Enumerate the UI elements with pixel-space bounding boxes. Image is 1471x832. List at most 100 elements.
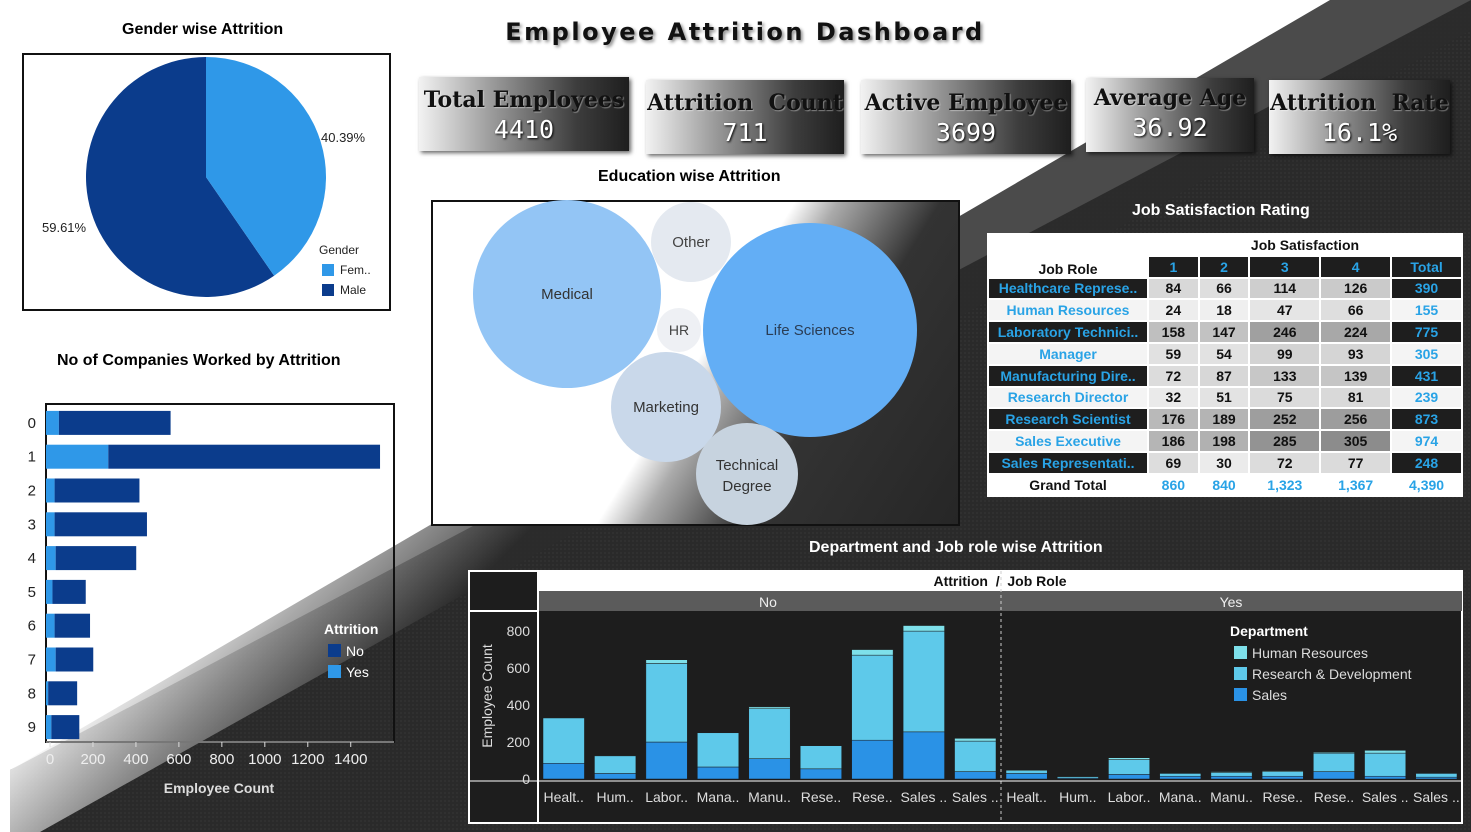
bar-no[interactable] bbox=[55, 647, 94, 672]
satisfaction-table: Job Role Job Satisfaction 1 2 3 4 Total Heal… bbox=[987, 233, 1463, 497]
table-cell: 114 bbox=[1248, 276, 1322, 301]
stacked-bar-segment[interactable] bbox=[1210, 772, 1253, 777]
x-tick-label: 400 bbox=[123, 751, 148, 768]
stacked-bar-segment[interactable] bbox=[954, 740, 997, 772]
x-tick-label: Labor.. bbox=[1108, 789, 1151, 805]
stacked-bar-segment[interactable] bbox=[748, 706, 791, 709]
table-row: Laboratory Technici.. 158 147 246 224 775 bbox=[987, 320, 1463, 344]
bar-yes[interactable] bbox=[46, 410, 59, 435]
bar-yes[interactable] bbox=[46, 647, 56, 672]
stacked-bar-segment[interactable] bbox=[1261, 770, 1304, 772]
bar-no[interactable] bbox=[58, 410, 171, 435]
stacked-bar-segment[interactable] bbox=[1108, 757, 1150, 760]
stacked-bar-segment[interactable] bbox=[902, 630, 945, 733]
bar-no[interactable] bbox=[54, 478, 140, 503]
companies-bar-chart: 01234567890 200 400 600 800 1000 1200 1400 Empl… bbox=[28, 403, 395, 796]
bar-no[interactable] bbox=[108, 444, 381, 469]
bar-yes[interactable] bbox=[46, 444, 109, 469]
stacked-bar-segment[interactable] bbox=[1364, 775, 1407, 780]
table-cell: 84 bbox=[1147, 276, 1200, 301]
table-cell: 47 bbox=[1248, 298, 1322, 323]
stacked-bar-segment[interactable] bbox=[542, 763, 585, 780]
bar-no[interactable] bbox=[55, 546, 137, 571]
stacked-bar-segment[interactable] bbox=[954, 738, 997, 742]
bar-yes[interactable] bbox=[46, 579, 53, 604]
stacked-bar-segment[interactable] bbox=[851, 649, 894, 656]
stacked-bar-segment[interactable] bbox=[1108, 759, 1150, 775]
bar-yes[interactable] bbox=[46, 715, 52, 740]
stacked-bar-segment[interactable] bbox=[748, 708, 791, 759]
table-cell: 54 bbox=[1197, 341, 1251, 366]
bar-yes[interactable] bbox=[46, 546, 56, 571]
table-cell: 176 bbox=[1147, 407, 1200, 432]
table-row: Healthcare Represe.. 84 66 114 126 390 bbox=[987, 276, 1463, 301]
legend-title: Gender bbox=[319, 243, 359, 257]
x-tick-label: Healt.. bbox=[1006, 789, 1046, 805]
stacked-bar-segment[interactable] bbox=[748, 758, 791, 780]
stacked-bar-segment[interactable] bbox=[954, 771, 997, 780]
x-tick-label: Sales .. bbox=[952, 789, 999, 805]
y-axis-label: Employee Count bbox=[479, 644, 495, 748]
y-tick-label: 6 bbox=[28, 618, 36, 635]
stacked-bar-segment[interactable] bbox=[1415, 773, 1458, 778]
stacked-bar-segment[interactable] bbox=[1005, 769, 1048, 771]
y-tick-label: 0 bbox=[28, 415, 36, 432]
stacked-bar-segment[interactable] bbox=[902, 625, 945, 632]
stacked-bar-segment[interactable] bbox=[1210, 771, 1253, 773]
bar-no[interactable] bbox=[54, 613, 91, 638]
stacked-bar-segment[interactable] bbox=[1415, 776, 1458, 780]
x-tick-label: Manu.. bbox=[1210, 789, 1253, 805]
bar-yes[interactable] bbox=[46, 613, 55, 638]
bar-no[interactable] bbox=[48, 681, 78, 706]
bar-no[interactable] bbox=[54, 512, 147, 537]
col-header: 3 bbox=[1248, 254, 1322, 279]
bar-yes[interactable] bbox=[46, 478, 55, 503]
grand-total-cell: 1,323 bbox=[1248, 472, 1322, 497]
stacked-bar-segment[interactable] bbox=[594, 755, 637, 774]
kpi-value: 3699 bbox=[935, 118, 997, 147]
stacked-bar-segment[interactable] bbox=[1313, 751, 1355, 754]
stacked-bar-segment[interactable] bbox=[1313, 752, 1355, 772]
bar-yes[interactable] bbox=[46, 681, 49, 706]
table-row: Manager 59 54 99 93 305 bbox=[987, 341, 1463, 366]
row-job-role: Sales Representati.. bbox=[987, 450, 1149, 475]
bar-yes[interactable] bbox=[46, 512, 55, 537]
stacked-bar-segment[interactable] bbox=[902, 731, 945, 780]
stacked-bar-segment[interactable] bbox=[1364, 752, 1407, 777]
stacked-bar-segment[interactable] bbox=[645, 663, 688, 743]
stacked-bar-segment[interactable] bbox=[1261, 771, 1304, 777]
table-cell: 69 bbox=[1147, 450, 1200, 475]
stacked-bar-segment[interactable] bbox=[1159, 773, 1202, 777]
stacked-bar-segment[interactable] bbox=[1159, 775, 1202, 780]
stacked-bar-segment[interactable] bbox=[851, 654, 894, 741]
stacked-bar-segment[interactable] bbox=[1108, 774, 1150, 780]
bubble-technical-degree[interactable] bbox=[696, 423, 798, 525]
bubble-label-degree: Degree bbox=[722, 478, 771, 495]
bar-no[interactable] bbox=[51, 715, 80, 740]
stacked-bar-segment[interactable] bbox=[1313, 771, 1355, 780]
table-cell: 775 bbox=[1390, 320, 1463, 344]
stacked-bar-segment[interactable] bbox=[1005, 770, 1048, 774]
stacked-bar-segment[interactable] bbox=[542, 717, 585, 764]
stacked-bar-segment[interactable] bbox=[1364, 750, 1407, 754]
stacked-bar-segment[interactable] bbox=[645, 741, 688, 780]
stacked-bar-segment[interactable] bbox=[1210, 775, 1253, 780]
stacked-bar-segment[interactable] bbox=[697, 732, 740, 768]
stacked-bar-segment[interactable] bbox=[799, 745, 842, 770]
stacked-bar-segment[interactable] bbox=[697, 766, 740, 780]
table-cell: 246 bbox=[1248, 320, 1322, 344]
stacked-bar-segment[interactable] bbox=[851, 739, 894, 780]
bar-no[interactable] bbox=[52, 579, 86, 604]
x-tick-label: Sales .. bbox=[900, 789, 947, 805]
stacked-bar-segment[interactable] bbox=[645, 659, 688, 664]
stacked-bar-segment[interactable] bbox=[1261, 775, 1304, 780]
table-cell: 133 bbox=[1248, 363, 1322, 388]
stacked-bar-segment[interactable] bbox=[799, 768, 842, 780]
x-tick-label: 0 bbox=[46, 751, 54, 768]
stacked-bar-segment[interactable] bbox=[594, 773, 637, 780]
pie-label-female: 40.39% bbox=[321, 130, 366, 145]
dashboard-title: Employee Attrition Dashboard bbox=[505, 18, 985, 46]
stacked-bar-segment[interactable] bbox=[1005, 773, 1048, 780]
chart-header-label: Attrition / Job Role bbox=[934, 573, 1067, 589]
kpi-average-age: Average Age 36.92 bbox=[1086, 78, 1254, 152]
